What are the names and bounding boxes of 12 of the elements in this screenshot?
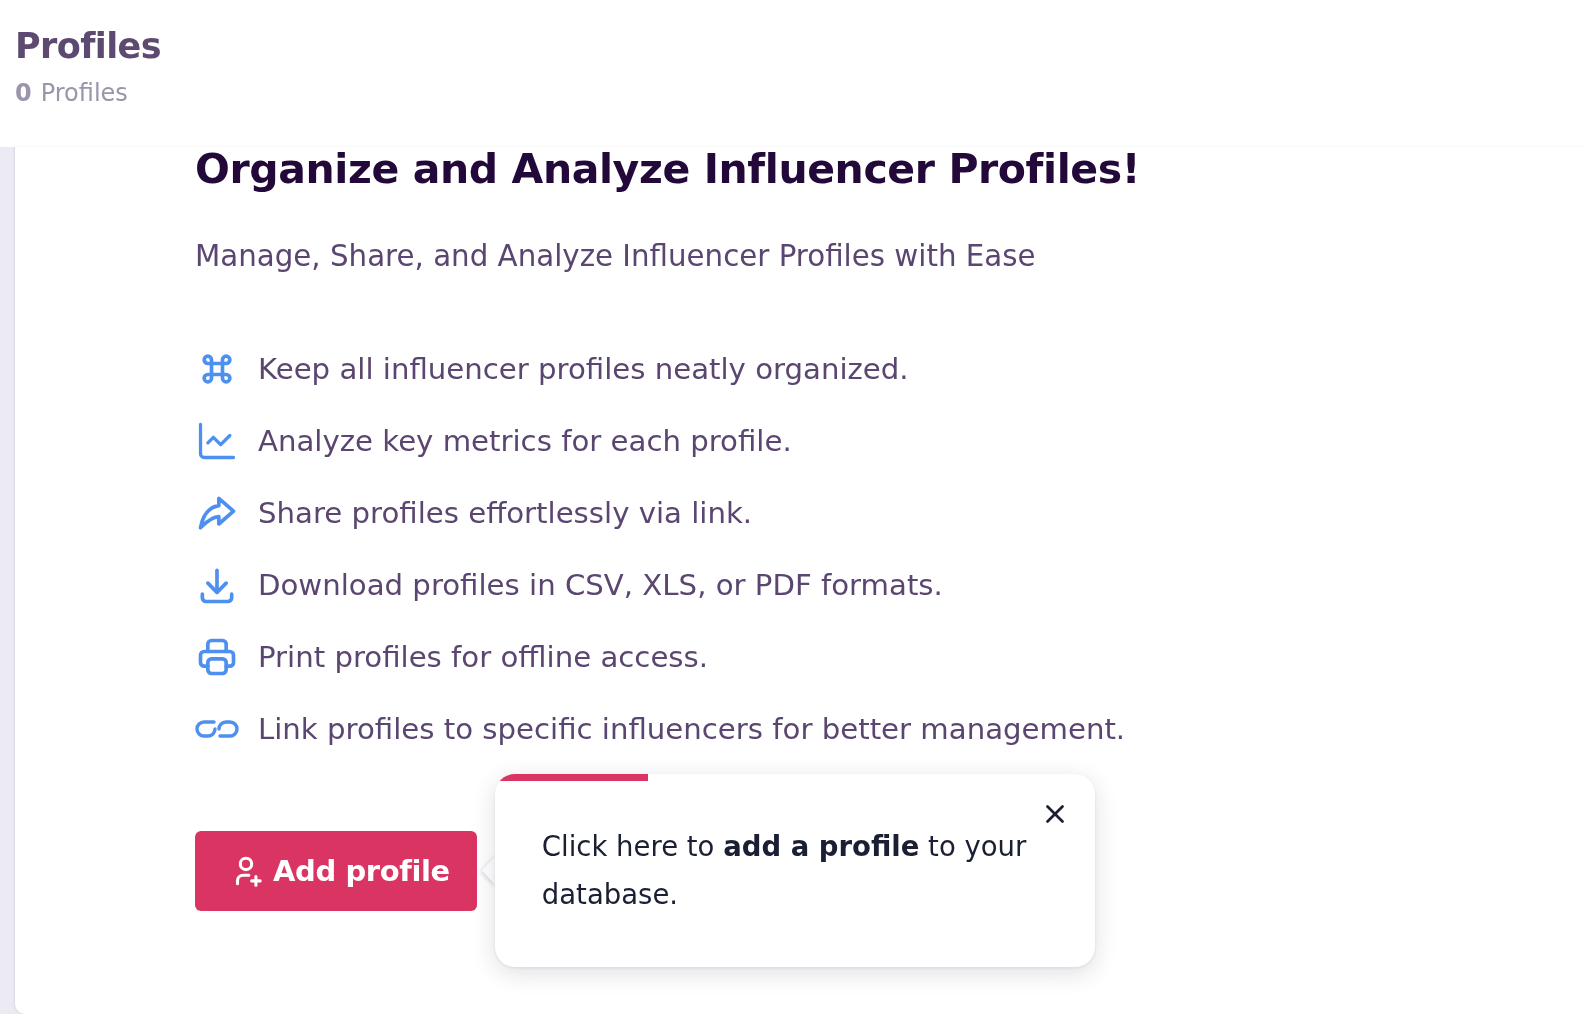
feature-text: Download profiles in CSV, XLS, or PDF formats. <box>258 567 943 603</box>
feature-text: Analyze key metrics for each profile. <box>258 423 792 459</box>
feature-text: Keep all influencer profiles neatly organized. <box>258 351 909 387</box>
page-title: Profiles <box>15 25 161 68</box>
add-profile-button[interactable]: Add profile <box>195 830 477 911</box>
feature-text: Link profiles to specific influencers for better management. <box>258 711 1126 747</box>
tooltip-text: Click here to add a profile to your database. <box>541 829 1028 912</box>
intro-subtitle: Manage, Share, and Analyze Influencer Profiles with Ease <box>195 238 1036 274</box>
intro-heading: Organize and Analyze Influencer Profiles! <box>195 147 1141 191</box>
profile-count: 0 Profiles <box>15 78 128 109</box>
feature-text: Print profiles for offline access. <box>258 639 709 675</box>
feature-text: Share profiles effortlessly via link. <box>258 495 753 531</box>
